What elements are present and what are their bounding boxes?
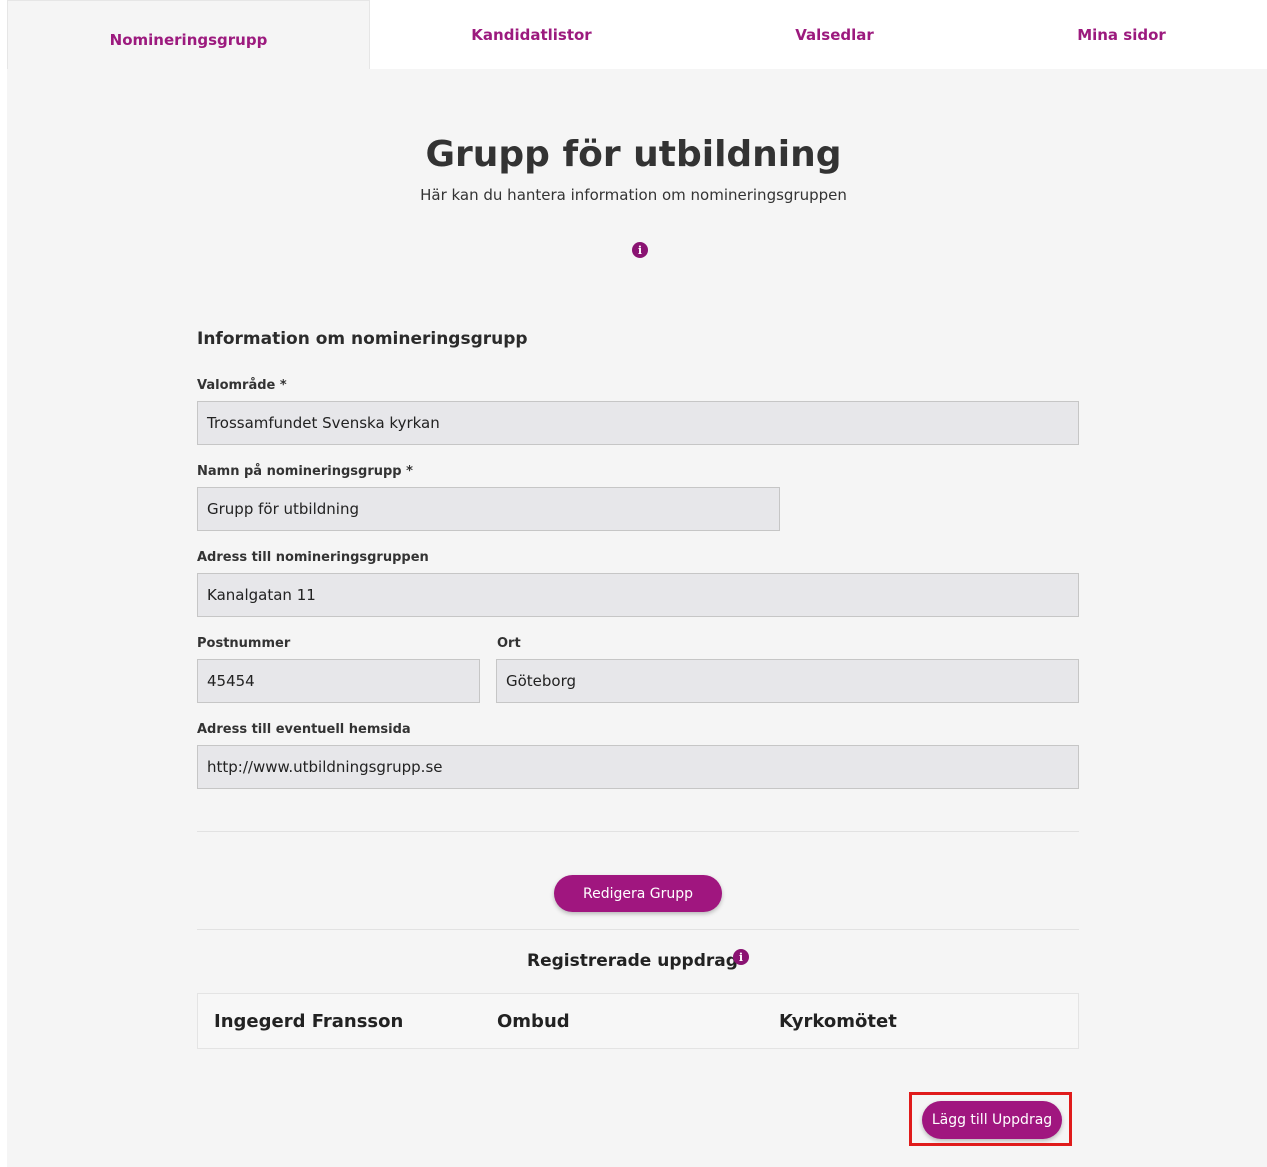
ort-label: Ort	[497, 636, 521, 651]
assignment-name: Ingegerd Fransson	[214, 1011, 404, 1032]
assignment-role: Ombud	[497, 1011, 570, 1032]
info-icon[interactable]: i	[632, 242, 648, 258]
postnummer-field[interactable]: 45454	[197, 659, 480, 703]
edit-group-button-label: Redigera Grupp	[582, 885, 694, 902]
edit-group-button[interactable]: Redigera Grupp	[554, 875, 722, 912]
tab-label: Mina sidor	[1077, 26, 1166, 44]
ort-value: Göteborg	[506, 672, 577, 690]
tab-mina-sidor[interactable]: Mina sidor	[976, 0, 1267, 70]
postnummer-label: Postnummer	[197, 636, 291, 651]
page-title: Grupp för utbildning	[425, 134, 842, 175]
adress-value: Kanalgatan 11	[207, 586, 316, 604]
tab-valsedlar[interactable]: Valsedlar	[693, 0, 976, 70]
divider	[197, 929, 1079, 930]
top-tab-bar: Nomineringsgrupp Kandidatlistor Valsedla…	[0, 0, 1267, 70]
form-heading: Information om nomineringsgrupp	[197, 329, 528, 349]
valomrade-value: Trossamfundet Svenska kyrkan	[207, 414, 440, 432]
assignments-heading: Registrerade uppdrag	[527, 951, 738, 971]
postnummer-value: 45454	[207, 672, 255, 690]
adress-label: Adress till nomineringsgruppen	[197, 550, 429, 565]
hemsida-value: http://www.utbildningsgrupp.se	[207, 758, 443, 776]
ort-field[interactable]: Göteborg	[496, 659, 1079, 703]
hemsida-label: Adress till eventuell hemsida	[197, 722, 411, 737]
assignment-body: Kyrkomötet	[779, 1011, 897, 1032]
tab-label: Valsedlar	[795, 26, 874, 44]
tab-label: Kandidatlistor	[471, 26, 592, 44]
assignment-row: Ingegerd Fransson Ombud Kyrkomötet	[197, 993, 1079, 1049]
namn-value: Grupp för utbildning	[207, 500, 359, 518]
adress-field[interactable]: Kanalgatan 11	[197, 573, 1079, 617]
page-subtitle: Här kan du hantera information om nomine…	[420, 186, 847, 204]
namn-field[interactable]: Grupp för utbildning	[197, 487, 780, 531]
tab-nomineringsgrupp[interactable]: Nomineringsgrupp	[7, 0, 370, 70]
namn-label: Namn på nomineringsgrupp *	[197, 464, 413, 479]
tab-label: Nomineringsgrupp	[109, 30, 268, 49]
divider	[197, 831, 1079, 832]
info-icon[interactable]: i	[733, 949, 749, 965]
tab-kandidatlistor[interactable]: Kandidatlistor	[370, 0, 693, 70]
highlight-box	[909, 1092, 1072, 1146]
hemsida-field[interactable]: http://www.utbildningsgrupp.se	[197, 745, 1079, 789]
valomrade-field[interactable]: Trossamfundet Svenska kyrkan	[197, 401, 1079, 445]
valomrade-label: Valområde *	[197, 378, 287, 393]
